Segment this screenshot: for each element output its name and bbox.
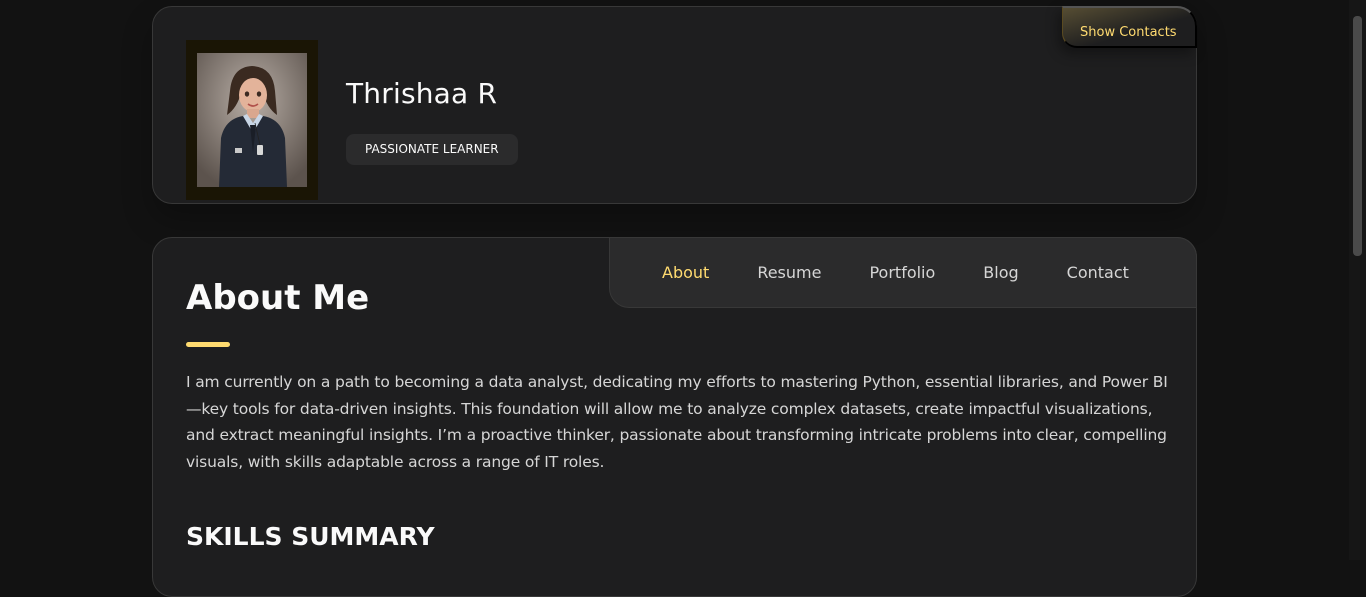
nav-link-contact[interactable]: Contact: [1067, 263, 1129, 282]
nav-link-resume[interactable]: Resume: [757, 263, 821, 282]
title-badge: PASSIONATE LEARNER: [346, 134, 518, 165]
navbar: About Resume Portfolio Blog Contact: [609, 237, 1197, 308]
show-contacts-button[interactable]: Show Contacts: [1062, 6, 1197, 48]
avatar-image: [197, 53, 307, 187]
main-article: About Resume Portfolio Blog Contact Abou…: [152, 237, 1197, 597]
nav-link-about[interactable]: About: [662, 263, 709, 282]
nav-link-blog[interactable]: Blog: [983, 263, 1018, 282]
profile-name: Thrishaa R: [346, 77, 498, 110]
page-scrollbar[interactable]: [1349, 0, 1366, 560]
scrollbar-thumb[interactable]: [1353, 16, 1362, 256]
title-underline: [186, 342, 230, 347]
about-paragraph: I am currently on a path to becoming a d…: [186, 373, 1168, 471]
nav-link-portfolio[interactable]: Portfolio: [869, 263, 935, 282]
sidebar-card: Thrishaa R PASSIONATE LEARNER Show Conta…: [152, 6, 1197, 204]
avatar: [186, 40, 318, 200]
page-title: About Me: [186, 278, 370, 318]
avatar-illustration: [197, 53, 307, 187]
skills-heading: SKILLS SUMMARY: [186, 522, 435, 551]
